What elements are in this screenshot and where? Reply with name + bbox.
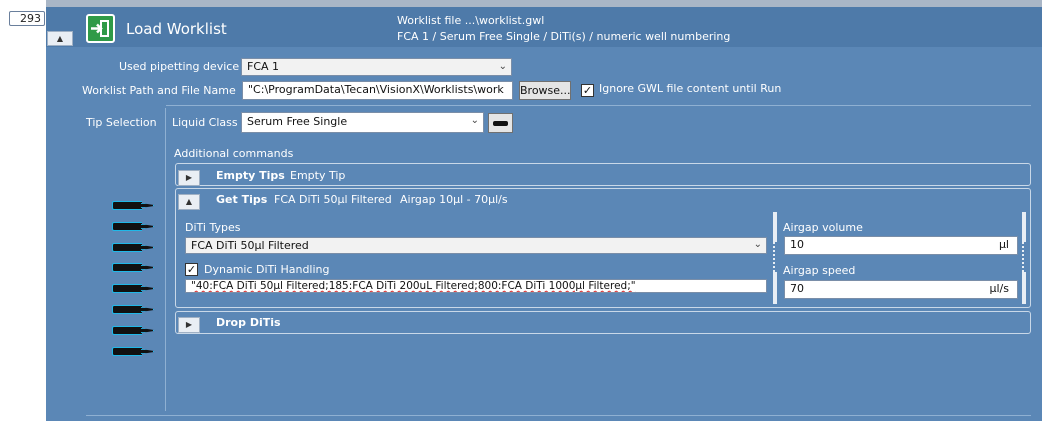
bottom-divider	[86, 415, 1031, 416]
command-title: Load Worklist	[126, 20, 227, 38]
ignore-checkbox[interactable]: ✓	[581, 84, 594, 97]
path-input[interactable]: "C:\ProgramData\Tecan\VisionX\Worklists\…	[242, 81, 513, 100]
airgap-speed-unit: µl/s	[989, 282, 1010, 295]
splitter-grip[interactable]	[773, 242, 777, 272]
browse-button[interactable]: Browse...	[519, 81, 571, 100]
airgap-speed-label: Airgap speed	[783, 264, 856, 277]
dynamic-diti-input[interactable]: "40:FCA DiTi 50µl Filtered;185:FCA DiTi …	[185, 279, 767, 293]
pipette-tip-icon	[112, 263, 154, 272]
load-worklist-icon	[86, 14, 115, 43]
empty-tips-title: Empty Tips	[216, 169, 285, 182]
divider	[166, 105, 1031, 106]
settings-summary: FCA 1 / Serum Free Single / DiTi(s) / nu…	[397, 30, 731, 43]
section-vertical-divider	[165, 108, 166, 411]
airgap-volume-value: 10	[790, 238, 804, 251]
splitter-bottom[interactable]	[773, 272, 777, 304]
chevron-down-icon: ⌄	[753, 239, 762, 250]
right-splitter-grip[interactable]	[1022, 242, 1026, 272]
splitter-top[interactable]	[773, 212, 777, 242]
chevron-down-icon: ⌄	[470, 115, 479, 126]
drop-ditis-panel	[175, 311, 1031, 334]
device-label: Used pipetting device	[119, 60, 240, 73]
get-tips-diti: FCA DiTi 50µl Filtered	[274, 193, 392, 206]
collapse-arrow-icon[interactable]: ▲	[47, 31, 73, 46]
pipette-tip-icon	[112, 222, 154, 231]
airgap-volume-unit: µl	[998, 238, 1009, 251]
drop-ditis-title: Drop DiTis	[216, 316, 281, 329]
get-tips-airgap: Airgap 10µl - 70µl/s	[400, 193, 508, 206]
ignore-label: Ignore GWL file content until Run	[599, 82, 782, 95]
pipette-tip-icon	[112, 201, 154, 210]
pipette-tip-icon	[112, 347, 154, 356]
additional-commands-label: Additional commands	[174, 147, 294, 160]
airgap-volume-label: Airgap volume	[783, 221, 863, 234]
tip-selection-label: Tip Selection	[86, 116, 157, 129]
diti-types-label: DiTi Types	[185, 221, 241, 234]
chevron-down-icon: ⌄	[498, 61, 507, 72]
liquid-class-value: Serum Free Single	[247, 115, 348, 128]
liquid-class-icon	[493, 120, 508, 126]
worklist-file-summary: Worklist file ...\worklist.gwl	[397, 14, 545, 27]
expand-arrow-icon[interactable]: ▶	[178, 170, 200, 186]
right-splitter-bottom[interactable]	[1022, 272, 1026, 304]
top-divider	[46, 0, 1042, 7]
right-splitter-top[interactable]	[1022, 212, 1026, 242]
liquid-class-label: Liquid Class	[172, 116, 238, 129]
pipette-tip-icon	[112, 243, 154, 252]
pipette-tip-icon	[112, 326, 154, 335]
diti-types-select[interactable]: FCA DiTi 50µl Filtered ⌄	[185, 237, 767, 254]
liquid-class-button[interactable]	[488, 113, 513, 133]
airgap-volume-input[interactable]: 10 µl	[784, 236, 1018, 255]
diti-types-value: FCA DiTi 50µl Filtered	[191, 239, 309, 252]
liquid-class-select[interactable]: Serum Free Single ⌄	[241, 112, 484, 133]
airgap-speed-value: 70	[790, 282, 804, 295]
device-select[interactable]: FCA 1 ⌄	[241, 58, 512, 76]
airgap-speed-input[interactable]: 70 µl/s	[784, 280, 1018, 299]
device-value: FCA 1	[247, 60, 280, 73]
collapse-arrow-icon[interactable]: ▲	[178, 194, 200, 210]
path-label: Worklist Path and File Name	[82, 84, 236, 97]
dynamic-diti-label: Dynamic DiTi Handling	[204, 263, 330, 276]
line-number: 293	[9, 11, 45, 26]
dynamic-diti-checkbox[interactable]: ✓	[185, 263, 198, 276]
pipette-tip-icon	[112, 284, 154, 293]
expand-arrow-icon[interactable]: ▶	[178, 317, 200, 333]
pipette-tip-icon	[112, 305, 154, 314]
empty-tips-detail: Empty Tip	[290, 169, 346, 182]
get-tips-title: Get Tips	[216, 193, 268, 206]
